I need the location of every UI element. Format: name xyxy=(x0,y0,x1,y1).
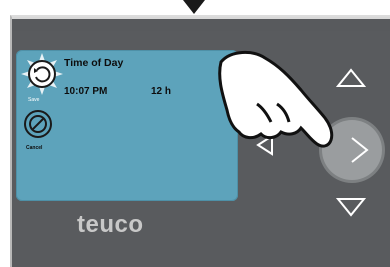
time-value: 10:07 PM xyxy=(64,86,108,97)
save-button[interactable] xyxy=(21,53,63,95)
cancel-button[interactable] xyxy=(24,110,52,138)
brand-logo: teuco xyxy=(77,211,144,238)
panel-divider xyxy=(12,17,390,19)
cancel-label: Cancel xyxy=(26,145,43,151)
undo-icon xyxy=(28,60,56,88)
triangle-down-icon[interactable] xyxy=(334,195,368,219)
pointing-hand-icon xyxy=(218,51,334,148)
time-format: 12 h xyxy=(151,86,172,97)
cancel-icon xyxy=(29,115,47,133)
screen-title: Time of Day xyxy=(64,57,124,69)
save-label: Save xyxy=(28,97,40,103)
down-arrow-indicator xyxy=(183,0,205,14)
